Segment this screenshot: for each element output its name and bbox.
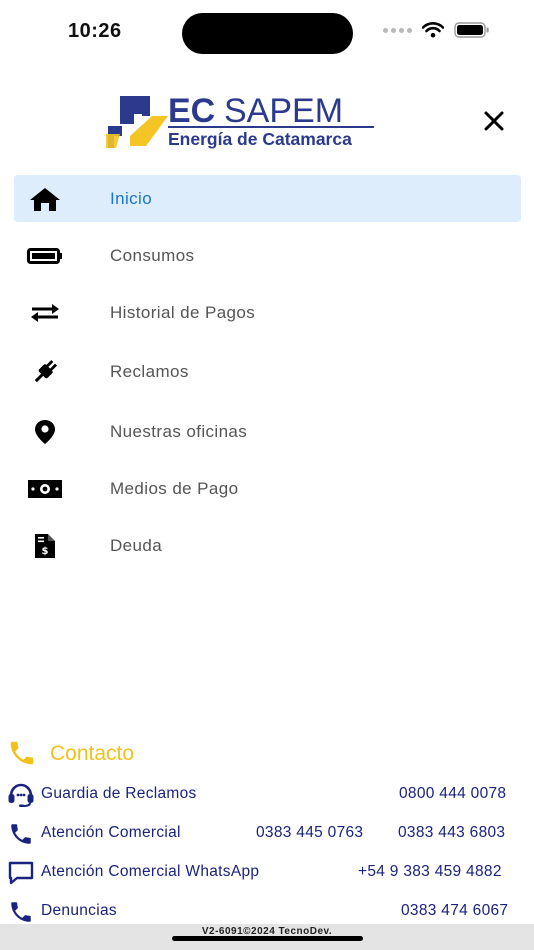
contact-row-guardia-reclamos: Guardia de Reclamos 0800 444 0078 (0, 780, 534, 810)
menu-item-nuestras-oficinas[interactable]: Nuestras oficinas (14, 408, 521, 455)
menu-item-historial-pagos[interactable]: Historial de Pagos (14, 289, 521, 336)
contact-label: Atención Comercial (41, 824, 181, 841)
battery-icon (24, 240, 66, 272)
chat-icon (6, 860, 36, 886)
money-bill-icon (24, 473, 66, 505)
phone-number-link[interactable]: 0383 445 0763 (256, 824, 363, 842)
close-icon (484, 111, 504, 131)
menu-item-consumos[interactable]: Consumos (14, 232, 521, 279)
dynamic-island (182, 13, 353, 54)
menu-label-nuestras-oficinas: Nuestras oficinas (110, 421, 248, 441)
phone-icon (6, 821, 36, 847)
menu-label-consumos: Consumos (110, 245, 195, 265)
phone-number-link[interactable]: 0383 474 6067 (401, 902, 508, 920)
battery-status-icon (454, 22, 489, 38)
phone-icon (6, 899, 36, 925)
logo-brand-ec: EC (168, 92, 215, 130)
contact-header-icon-wrap (6, 738, 38, 768)
menu-item-deuda[interactable]: $ Deuda (14, 522, 521, 569)
wifi-icon (422, 22, 444, 38)
signal-dots-icon (383, 27, 412, 33)
menu-item-medios-pago[interactable]: Medios de Pago (14, 465, 521, 512)
plug-icon (24, 356, 66, 388)
menu-label-inicio: Inicio (110, 188, 153, 208)
contact-label: Atención Comercial WhatsApp (41, 863, 260, 880)
contact-label: Denuncias (41, 902, 117, 919)
contact-label: Guardia de Reclamos (41, 785, 197, 802)
phone-number-link[interactable]: +54 9 383 459 4882 (358, 863, 502, 881)
status-time: 10:26 (68, 20, 122, 42)
status-icons (383, 22, 490, 38)
phone-icon (10, 741, 34, 765)
home-indicator[interactable] (172, 936, 363, 941)
menu-item-reclamos[interactable]: Reclamos (14, 348, 521, 395)
menu-label-historial-pagos: Historial de Pagos (110, 302, 256, 322)
contact-row-denuncias: Denuncias 0383 474 6067 (0, 897, 534, 927)
phone-number-link[interactable]: 0383 443 6803 (398, 824, 505, 842)
phone-number-link[interactable]: 0800 444 0078 (399, 785, 506, 803)
location-pin-icon (24, 416, 66, 448)
headset-icon (6, 782, 36, 808)
svg-text:$: $ (42, 546, 49, 557)
home-icon (24, 183, 66, 215)
menu-label-deuda: Deuda (110, 535, 163, 555)
logo-tagline: Energía de Catamarca (168, 129, 352, 149)
menu-label-medios-pago: Medios de Pago (110, 478, 239, 498)
invoice-dollar-icon: $ (24, 530, 66, 562)
contact-title: Contacto (50, 742, 135, 765)
logo-brand-sapem: SAPEM (224, 92, 343, 130)
contact-row-atencion-comercial: Atención Comercial 0383 445 0763 0383 44… (0, 819, 534, 849)
menu-label-reclamos: Reclamos (110, 361, 189, 381)
contact-row-whatsapp: Atención Comercial WhatsApp +54 9 383 45… (0, 858, 534, 888)
ec-sapem-logo: EC SAPEM Energía de Catamarca (104, 90, 380, 152)
close-button[interactable] (480, 107, 508, 135)
menu-item-inicio[interactable]: Inicio (14, 175, 521, 222)
exchange-arrows-icon (24, 297, 66, 329)
